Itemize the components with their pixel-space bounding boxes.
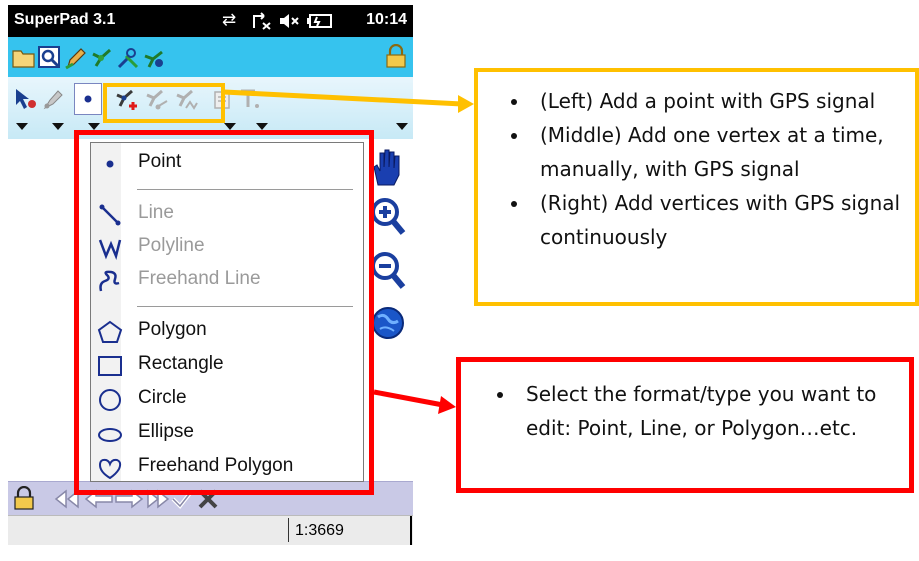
red-arrow-head — [438, 396, 456, 414]
gps-tool-note-middle: (Middle) Add one vertex at a time, manua… — [530, 118, 910, 186]
yellow-arrow-head — [458, 95, 474, 113]
shape-menu-callout: Select the format/type you want to edit:… — [456, 357, 914, 493]
shape-menu-note: Select the format/type you want to edit:… — [516, 377, 906, 445]
red-arrow-line — [373, 389, 444, 408]
gps-tools-callout: (Left) Add a point with GPS signal (Midd… — [474, 68, 919, 306]
yellow-arrow-line — [223, 89, 463, 107]
shape-menu-list: Select the format/type you want to edit:… — [516, 377, 906, 445]
gps-tool-note-right: (Right) Add vertices with GPS signal con… — [530, 186, 910, 254]
gps-tool-note-left: (Left) Add a point with GPS signal — [530, 84, 910, 118]
gps-tools-list: (Left) Add a point with GPS signal (Midd… — [530, 84, 910, 254]
